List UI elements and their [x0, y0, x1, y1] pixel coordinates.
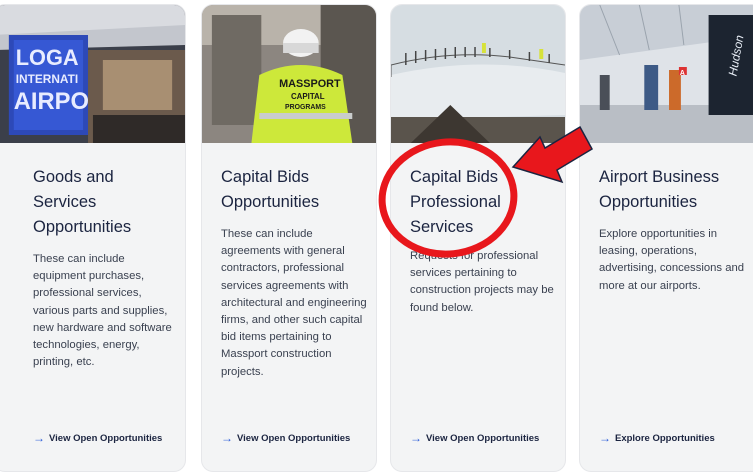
card-airport-business[interactable]: Hudson A Airport Business Opportunities … — [579, 4, 753, 472]
explore-opportunities-link[interactable]: → Explore Opportunities — [599, 431, 715, 445]
vest-text-1: MASSPORT — [279, 78, 341, 90]
card-title-line: Airport Business — [599, 168, 720, 186]
view-open-opportunities-link[interactable]: → View Open Opportunities — [33, 431, 162, 445]
card-description: These can include equipment purchases, p… — [33, 253, 172, 369]
card-title-line: Opportunities — [221, 193, 320, 211]
card-title: Capital Bids Professional Services — [410, 165, 555, 240]
view-open-opportunities-link[interactable]: → View Open Opportunities — [221, 431, 350, 445]
terminal-mural-image: LOGA INTERNATI AIRPO — [0, 5, 185, 143]
terminal-concourse-image: Hudson A — [580, 5, 753, 143]
card-title-line: Capital Bids — [221, 168, 310, 186]
card-title: Goods and Services Opportunities — [33, 165, 175, 240]
card-capital-bids-professional[interactable]: Capital Bids Professional Services Reque… — [390, 4, 566, 472]
card-description: Explore opportunities in leasing, operat… — [599, 228, 745, 292]
card-capital-bids[interactable]: MASSPORT CAPITAL PROGRAMS Capital Bids O… — [201, 4, 377, 472]
arrow-right-icon: → — [33, 431, 45, 445]
card-description: These can include agreements with genera… — [221, 228, 367, 378]
card-title: Capital Bids Opportunities — [221, 165, 366, 215]
link-label: View Open Opportunities — [237, 432, 351, 444]
arrow-right-icon: → — [221, 431, 233, 445]
card-title-line: Capital Bids — [410, 168, 499, 186]
mural-text-2: INTERNATI — [16, 72, 78, 86]
vest-text-2: CAPITAL — [291, 92, 325, 101]
gate-sign-text: A — [680, 70, 685, 77]
card-title-line: Services — [33, 193, 97, 211]
link-label: View Open Opportunities — [426, 432, 540, 444]
view-open-opportunities-link[interactable]: → View Open Opportunities — [410, 431, 539, 445]
arrow-right-icon: → — [599, 431, 611, 445]
roof-construction-image — [391, 5, 565, 143]
link-label: View Open Opportunities — [49, 432, 163, 444]
card-description: Requests for professional services perta… — [410, 250, 554, 314]
construction-worker-image: MASSPORT CAPITAL PROGRAMS — [202, 5, 376, 143]
card-title-line: Opportunities — [599, 193, 698, 211]
link-label: Explore Opportunities — [615, 432, 715, 444]
mural-text-1: LOGA — [16, 45, 79, 70]
card-title-line: Services — [410, 218, 474, 236]
card-title-line: Goods and — [33, 168, 114, 186]
arrow-right-icon: → — [410, 431, 422, 445]
card-title-line: Professional — [410, 193, 501, 211]
vest-text-3: PROGRAMS — [285, 104, 326, 111]
card-title-line: Opportunities — [33, 218, 132, 236]
mural-text-3: AIRPO — [14, 88, 89, 115]
card-title: Airport Business Opportunities — [599, 165, 753, 215]
card-goods-services[interactable]: LOGA INTERNATI AIRPO Goods and Services … — [0, 4, 186, 472]
